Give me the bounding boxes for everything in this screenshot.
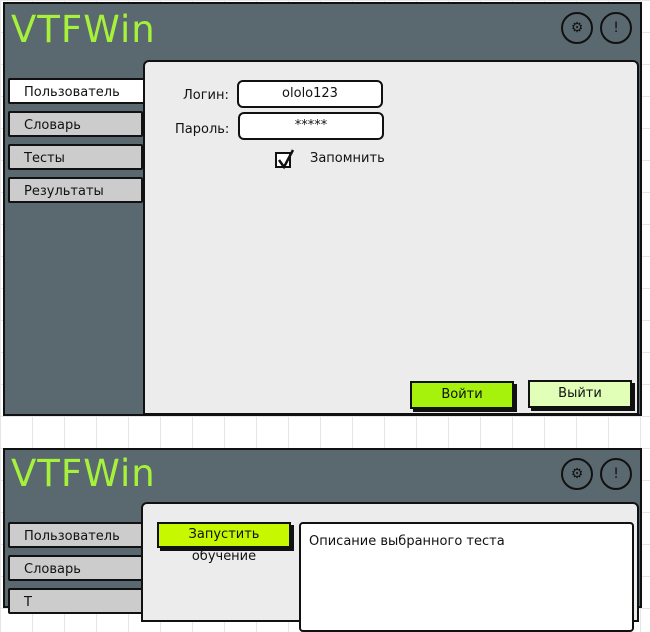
tab-user[interactable]: Пользователь (8, 78, 148, 104)
exit-button[interactable]: Выйти (528, 380, 632, 408)
info-button[interactable]: ! (600, 458, 632, 490)
user-panel: Логин: ololo123 Пароль: ***** Запомнить … (143, 60, 639, 415)
password-field[interactable]: ***** (238, 112, 384, 140)
test-description: Описание выбранного теста (299, 522, 634, 632)
settings-button[interactable]: ⚙ (561, 458, 593, 490)
login-label: Логин: (183, 88, 229, 103)
checkmark-icon (277, 149, 295, 170)
tab-results[interactable]: Результаты (8, 177, 143, 203)
login-field[interactable]: ololo123 (237, 80, 383, 108)
app-title: VTFWin (11, 8, 156, 51)
settings-button[interactable]: ⚙ (561, 12, 593, 44)
info-icon: ! (613, 20, 619, 36)
tab-dictionary[interactable]: Словарь (8, 111, 143, 137)
login-window: VTFWin ⚙ ! Пользователь Словарь Тесты Ре… (3, 2, 642, 416)
info-icon: ! (613, 466, 619, 482)
login-button[interactable]: Войти (410, 381, 514, 409)
tab-tests[interactable]: Т (8, 588, 143, 614)
gear-icon: ⚙ (570, 466, 584, 482)
remember-label: Запомнить (310, 151, 385, 166)
tab-dictionary[interactable]: Словарь (8, 555, 143, 581)
gear-icon: ⚙ (570, 20, 584, 36)
info-button[interactable]: ! (600, 12, 632, 44)
start-training-button[interactable]: Запустить обучение (157, 522, 291, 564)
tests-window: VTFWin ⚙ ! Пользователь Словарь Т Запуст… (3, 448, 642, 632)
tests-panel: Запустить обучение Описание выбранного т… (141, 502, 639, 632)
tab-user[interactable]: Пользователь (8, 522, 143, 548)
tab-tests[interactable]: Тесты (8, 144, 143, 170)
remember-checkbox[interactable] (275, 149, 295, 170)
app-title: VTFWin (11, 452, 156, 495)
password-label: Пароль: (175, 122, 230, 137)
